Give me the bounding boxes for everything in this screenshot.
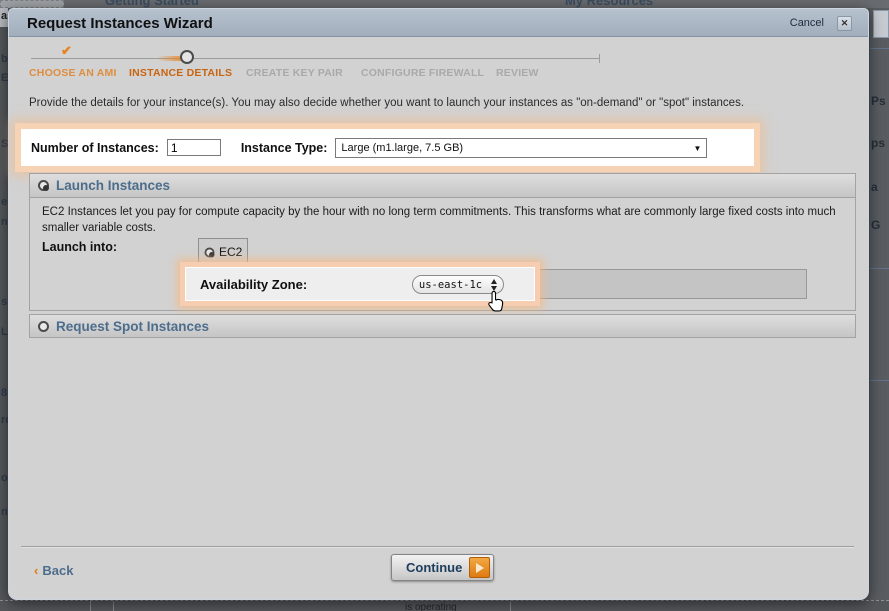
instance-type-value: Large (m1.large, 7.5 GB) <box>341 142 463 154</box>
step-current-marker-icon <box>180 50 194 64</box>
request-spot-instances-radio[interactable] <box>38 321 49 332</box>
availability-zone-label: Availability Zone: <box>200 277 307 292</box>
backdrop-dashed-box <box>0 0 64 8</box>
step-progress-line <box>31 58 599 59</box>
step-progress-end-tick <box>599 54 600 63</box>
step-create-key-pair: CREATE KEY PAIR <box>246 67 343 79</box>
ec2-option-label: EC2 <box>219 245 242 259</box>
instance-type-label: Instance Type: <box>241 141 328 155</box>
cancel-link[interactable]: Cancel <box>790 17 824 29</box>
launch-instances-section: Launch Instances EC2 Instances let you p… <box>29 173 856 311</box>
continue-arrow-icon <box>476 563 484 573</box>
backdrop-line <box>870 380 889 381</box>
step-instance-details: INSTANCE DETAILS <box>129 67 232 79</box>
backdrop-top-strip: Getting Started My Resources <box>0 0 889 8</box>
step-choose-an-ami: CHOOSE AN AMI <box>29 67 117 79</box>
continue-arrow-box <box>469 557 490 578</box>
request-spot-instances-section: Request Spot Instances <box>29 314 856 338</box>
backdrop-right-strip: Ps ps a G <box>870 8 889 600</box>
footer-divider <box>21 546 854 548</box>
continue-button[interactable]: Continue <box>391 554 494 581</box>
back-link[interactable]: ‹ Back <box>34 563 73 578</box>
backdrop-fragment: n <box>1 216 8 228</box>
backdrop-fragment: sk <box>1 296 8 308</box>
launch-instances-radio[interactable] <box>38 180 49 191</box>
backdrop-fragment: S <box>1 138 8 150</box>
request-instances-wizard-dialog: Request Instances Wizard Cancel ✕ ✔ CHOO… <box>8 8 869 600</box>
request-spot-instances-title: Request Spot Instances <box>56 319 209 334</box>
backdrop-fragment: b <box>1 53 8 65</box>
backdrop-fragment: L <box>1 326 8 338</box>
backdrop-fragment: 8 <box>1 387 7 399</box>
backdrop-fragment: ps <box>871 136 885 150</box>
dialog-title: Request Instances Wizard <box>27 15 213 32</box>
backdrop-bottom-strip: is operating <box>0 600 889 611</box>
backdrop-heading-getting-started: Getting Started <box>105 0 199 8</box>
close-icon: ✕ <box>841 18 849 29</box>
instance-count-type-row: Number of Instances: Instance Type: Larg… <box>21 129 754 166</box>
backdrop-status-text: is operating <box>405 602 457 611</box>
backdrop-table-line <box>510 601 511 611</box>
backdrop-table-line <box>90 601 91 611</box>
chevron-down-icon: ▼ <box>694 144 702 153</box>
screen: Getting Started My Resources as b E S es… <box>0 0 889 611</box>
step-configure-firewall: CONFIGURE FIREWALL <box>361 67 484 79</box>
backdrop-line <box>870 48 889 49</box>
backdrop-line <box>870 268 889 269</box>
back-label: Back <box>42 563 73 578</box>
availability-zone-highlight: Availability Zone: us-east-1c <box>180 262 540 306</box>
backdrop-heading-my-resources: My Resources <box>565 0 653 8</box>
launch-instances-title: Launch Instances <box>56 178 170 193</box>
backdrop-fragment: es <box>1 196 8 208</box>
hand-cursor-icon <box>486 290 508 314</box>
number-of-instances-label: Number of Instances: <box>31 141 159 155</box>
backdrop-fragment: o <box>1 472 8 484</box>
close-button[interactable]: ✕ <box>837 16 852 31</box>
backdrop-fragment: ro <box>1 414 8 426</box>
availability-zone-row: Availability Zone: us-east-1c <box>185 267 535 301</box>
back-chevron-icon: ‹ <box>34 563 38 578</box>
step-done-check-icon: ✔ <box>61 43 72 59</box>
instance-type-select[interactable]: Large (m1.large, 7.5 GB) ▼ <box>335 138 707 158</box>
launch-instances-header[interactable]: Launch Instances <box>30 174 855 198</box>
backdrop-fragment: G <box>871 218 880 232</box>
ec2-radio[interactable] <box>205 247 215 257</box>
dialog-titlebar: Request Instances Wizard Cancel ✕ <box>9 9 868 37</box>
backdrop-right-lightbox <box>873 10 889 38</box>
launch-instances-description: EC2 Instances let you pay for compute ca… <box>42 205 854 236</box>
continue-label: Continue <box>406 560 462 575</box>
intro-text: Provide the details for your instance(s)… <box>29 95 819 111</box>
stepper-up-icon <box>491 279 497 284</box>
backdrop-fragment: a <box>871 180 878 194</box>
backdrop-table-line <box>113 601 114 611</box>
backdrop-left-strip: as b E S es n sk L 8 ro o nt <box>0 8 8 600</box>
backdrop-fragment: E <box>1 72 8 84</box>
availability-zone-value: us-east-1c <box>413 279 488 291</box>
backdrop-fragment: Ps <box>871 94 886 108</box>
launch-into-label: Launch into: <box>42 240 117 254</box>
backdrop-fragment: nt <box>1 506 8 518</box>
request-spot-instances-header[interactable]: Request Spot Instances <box>30 315 855 337</box>
step-review: REVIEW <box>496 67 539 79</box>
number-of-instances-input[interactable] <box>167 139 221 156</box>
backdrop-fragment: as <box>1 10 8 22</box>
